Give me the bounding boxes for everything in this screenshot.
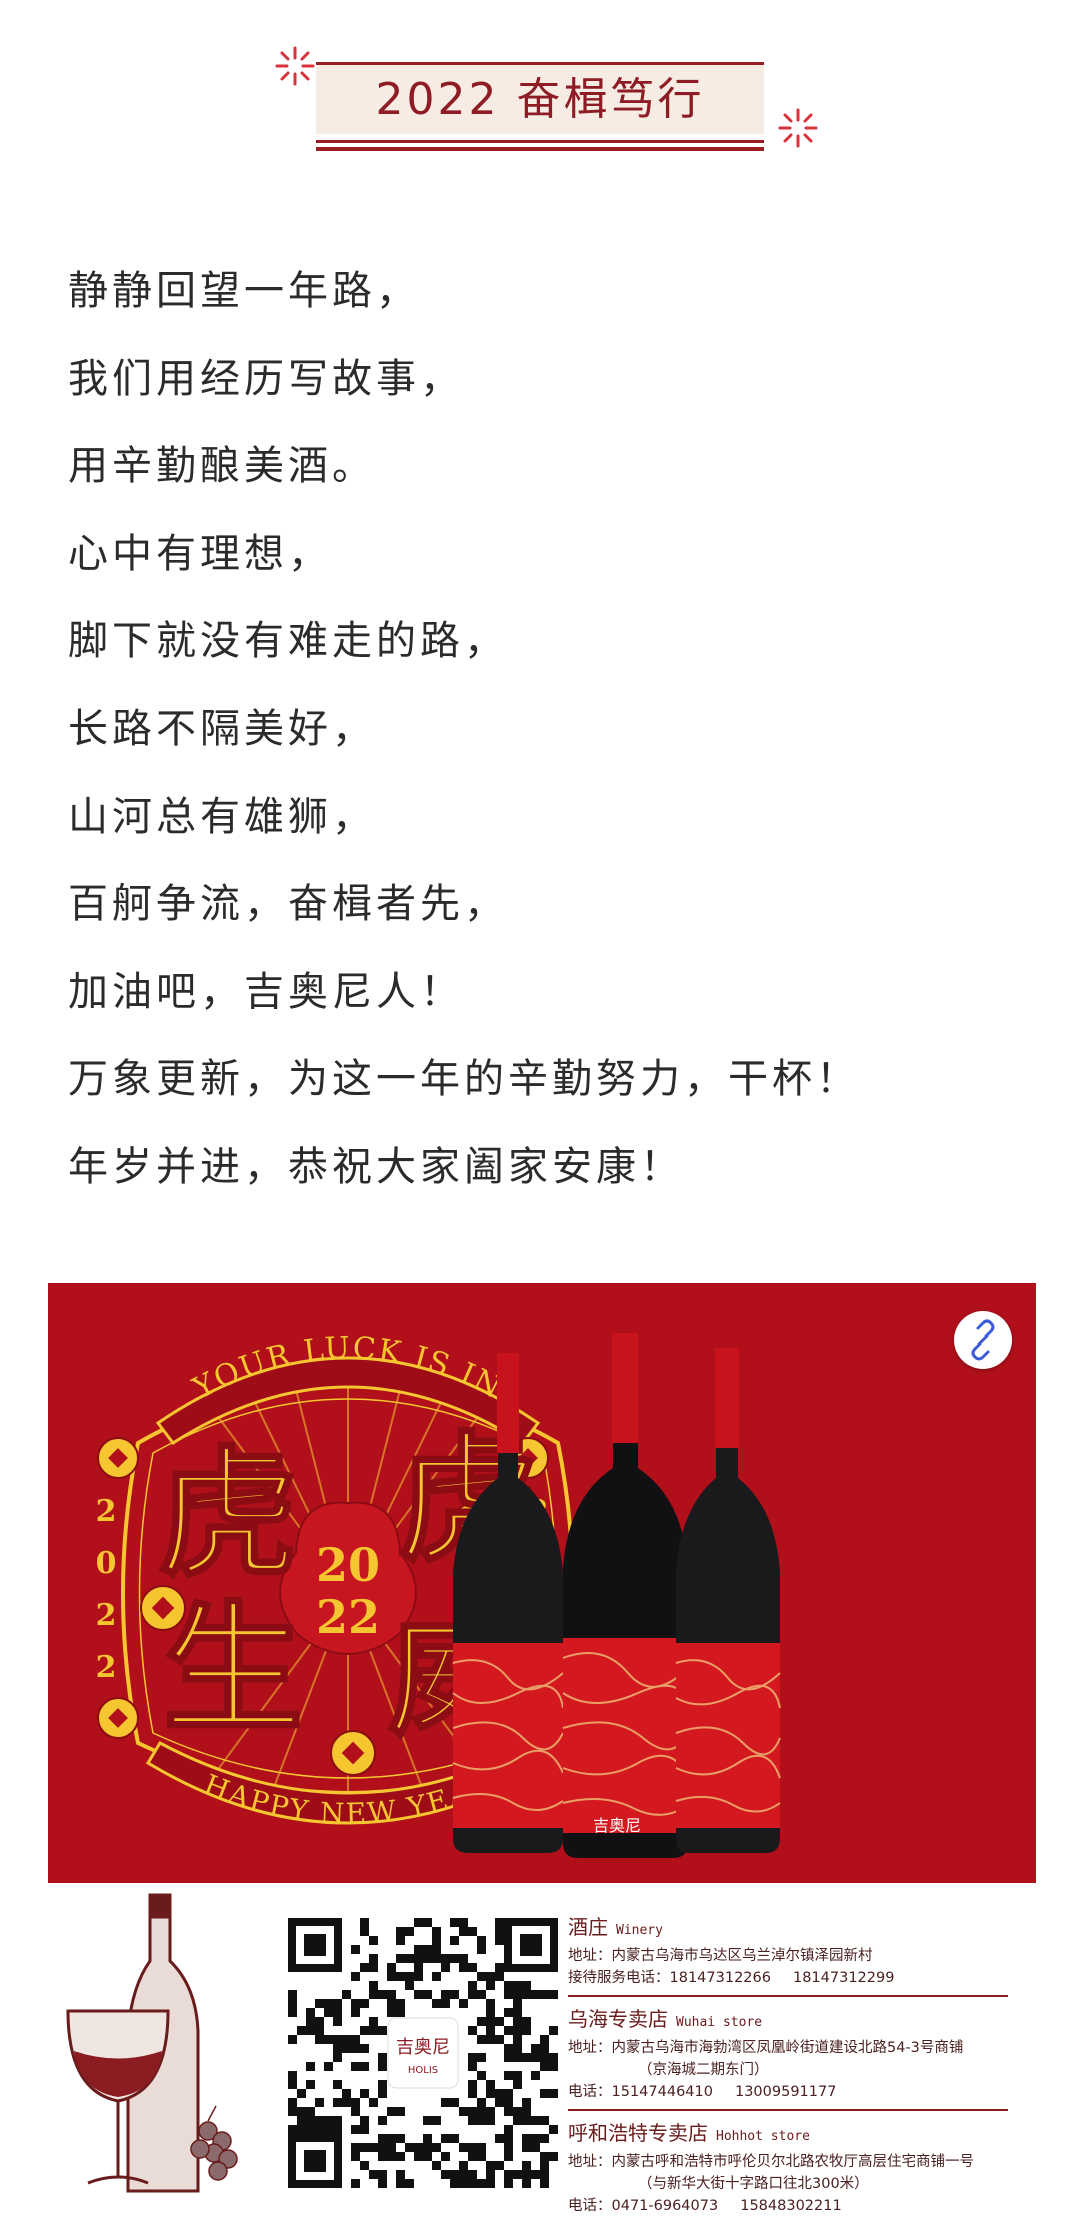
store-name-en: Hohhot store bbox=[716, 2129, 810, 2144]
wine-bottle bbox=[675, 1348, 781, 1853]
poem-line: 万象更新，为这一年的辛勤努力，干杯！ bbox=[68, 1056, 860, 1103]
store-phone: 接待服务电话：18147312266 bbox=[568, 1970, 771, 1986]
store-name-en: Wuhai store bbox=[676, 2015, 763, 2030]
svg-text:生: 生 bbox=[163, 1589, 303, 1752]
wine-bottle: 吉奥尼 bbox=[562, 1333, 689, 1858]
store-phone-alt: 18147312299 bbox=[792, 1970, 895, 1986]
heading-banner: 2022 奋楫笃行 bbox=[316, 62, 764, 152]
store-phone: 电话：15147446410 bbox=[568, 2084, 713, 2100]
store-wuhai: 乌海专卖店 Wuhai store 地址：内蒙古乌海市海勃湾区凤凰岭街道建设北路5… bbox=[568, 2005, 1028, 2103]
link-icon bbox=[971, 1319, 995, 1361]
store-address-note: （京海城二期东门） bbox=[638, 2062, 769, 2078]
poem-line: 静静回望一年路， bbox=[68, 268, 420, 314]
qr-logo: 吉奥尼 bbox=[396, 2037, 450, 2058]
wine-bottles: 吉奥尼 bbox=[452, 1333, 781, 1858]
svg-text:0: 0 bbox=[96, 1546, 117, 1581]
page-title: 2022 奋楫笃行 bbox=[375, 74, 705, 125]
store-info: 酒庄 Winery 地址：内蒙古乌海市乌达区乌兰淖尔镇泽园新村 接待服务电话：18… bbox=[568, 1913, 1028, 2217]
svg-text:2: 2 bbox=[96, 1650, 117, 1685]
qr-code[interactable]: 吉奥尼 HOLIS bbox=[288, 1918, 558, 2188]
store-phone-alt: 13009591177 bbox=[734, 2084, 837, 2100]
wine-sketch-illustration bbox=[66, 1893, 238, 2193]
svg-text:吉奥尼: 吉奥尼 bbox=[593, 1816, 641, 1835]
store-phone-alt: 15848302211 bbox=[740, 2198, 842, 2214]
poem-line: 加油吧，吉奥尼人！ bbox=[68, 968, 464, 1015]
footer: 吉奥尼 HOLIS 酒庄 Winery 地址：内蒙古乌海市乌达区乌兰淖尔镇泽园新村… bbox=[48, 1883, 1036, 2214]
poem-line: 长路不隔美好， bbox=[68, 705, 376, 752]
sparkle-icon bbox=[275, 46, 315, 86]
banner-rule bbox=[316, 140, 764, 143]
year-center: 20 22 bbox=[316, 1538, 380, 1644]
store-address-note: （与新华大街十字路口往北300米） bbox=[638, 2176, 869, 2192]
store-winery: 酒庄 Winery 地址：内蒙古乌海市乌达区乌兰淖尔镇泽园新村 接待服务电话：18… bbox=[568, 1913, 1028, 1989]
poem: 静静回望一年路， 我们用经历写故事， 用辛勤酿美酒。 心中有理想， 脚下就没有难… bbox=[68, 248, 1028, 1212]
poem-line: 我们用经历写故事， bbox=[68, 355, 464, 402]
link-button[interactable] bbox=[954, 1311, 1012, 1369]
svg-text:2: 2 bbox=[96, 1598, 117, 1633]
poem-line: 脚下就没有难走的路， bbox=[68, 618, 508, 665]
store-address: 地址：内蒙古呼和浩特市呼伦贝尔北路农牧厅高层住宅商铺一号 bbox=[568, 2154, 974, 2170]
poem-line: 心中有理想， bbox=[68, 530, 332, 577]
divider bbox=[568, 2109, 1008, 2111]
new-year-poster[interactable]: YOUR LUCK IS IN HAPPY NEW YEAR 2 0 2 2 2… bbox=[48, 1283, 1036, 1883]
year-left: 2 0 2 2 bbox=[96, 1494, 117, 1685]
svg-text:20: 20 bbox=[316, 1538, 380, 1592]
svg-text:2: 2 bbox=[96, 1494, 117, 1529]
poem-line: 年岁并进，恭祝大家阖家安康！ bbox=[68, 1143, 684, 1190]
store-phone: 电话：0471-6964073 bbox=[568, 2198, 719, 2214]
qr-logo-sub: HOLIS bbox=[408, 2065, 438, 2076]
store-name: 酒庄 bbox=[568, 1915, 608, 1939]
store-address: 地址：内蒙古乌海市乌达区乌兰淖尔镇泽园新村 bbox=[568, 1948, 873, 1964]
store-address: 地址：内蒙古乌海市海勃湾区凤凰岭街道建设北路54-3号商铺 bbox=[568, 2040, 964, 2056]
sparkle-icon bbox=[778, 108, 818, 148]
store-name: 乌海专卖店 bbox=[568, 2007, 668, 2031]
svg-text:虎: 虎 bbox=[158, 1434, 298, 1597]
poem-line: 山河总有雄狮， bbox=[68, 793, 376, 840]
store-hohhot: 呼和浩特专卖店 Hohhot store 地址：内蒙古呼和浩特市呼伦贝尔北路农牧厅… bbox=[568, 2119, 1028, 2217]
store-name-en: Winery bbox=[616, 1923, 663, 1938]
svg-text:22: 22 bbox=[316, 1590, 380, 1644]
store-name: 呼和浩特专卖店 bbox=[568, 2121, 708, 2145]
divider bbox=[568, 1995, 1008, 1997]
banner-rule bbox=[316, 147, 764, 151]
poem-line: 用辛勤酿美酒。 bbox=[68, 443, 376, 490]
poster-art: YOUR LUCK IS IN HAPPY NEW YEAR 2 0 2 2 2… bbox=[96, 1331, 781, 1858]
poem-line: 百舸争流，奋楫者先， bbox=[68, 881, 508, 928]
